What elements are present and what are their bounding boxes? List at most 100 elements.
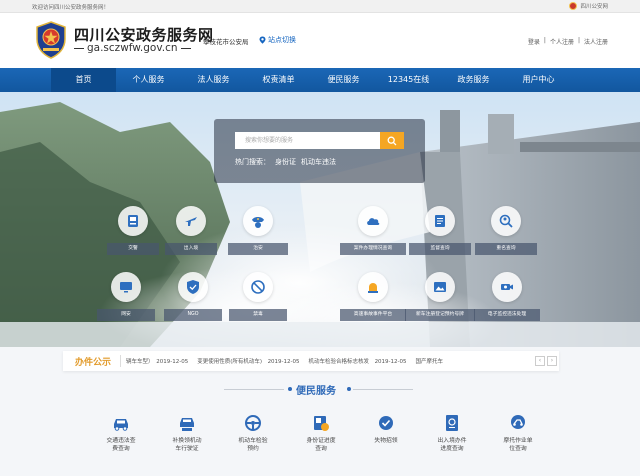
service-label: 监督查询 xyxy=(409,243,471,255)
url-dash-right xyxy=(180,47,191,49)
bianmin-label: 失物招领 xyxy=(374,438,398,444)
police-cap-icon xyxy=(243,206,273,236)
hot-search-label: 热门搜索： xyxy=(235,158,270,166)
camera-icon xyxy=(492,272,522,302)
service-exit-entry[interactable]: 出入境 xyxy=(165,206,217,255)
title-line-right xyxy=(353,389,413,390)
convenience-section-title: 便民服务 xyxy=(0,382,640,397)
notice-prev-button[interactable]: ‹ xyxy=(535,356,545,366)
service-label: 治安 xyxy=(228,243,288,255)
service-public-security[interactable]: 治安 xyxy=(228,206,288,255)
station-switch-link[interactable]: 站点切换 xyxy=(259,35,296,45)
service-label: 出入境 xyxy=(165,243,217,255)
search-panel: 热门搜索： 身份证 机动车违法 xyxy=(214,119,425,183)
nav-home[interactable]: 首页 xyxy=(51,68,116,92)
document-icon xyxy=(425,206,455,236)
search-button[interactable] xyxy=(380,132,404,149)
motorbike-icon xyxy=(507,412,529,434)
service-label: 重名查询 xyxy=(475,243,537,255)
service-case-progress-query[interactable]: 案件办理情况查询 xyxy=(340,206,406,255)
welcome-text: 欢迎访问四川公安政务服务网！ xyxy=(32,5,110,11)
car-violation-icon xyxy=(110,412,132,434)
nav-corporate-service[interactable]: 法人服务 xyxy=(181,68,246,92)
bianmin-label: 出入境办件 进度查询 xyxy=(437,438,467,452)
picture-icon xyxy=(425,272,455,302)
steering-wheel-icon xyxy=(242,412,264,434)
cloud-icon xyxy=(358,206,388,236)
service-anti-drug[interactable]: 禁毒 xyxy=(229,272,287,321)
search-input[interactable] xyxy=(235,132,380,149)
station-switch-label: 站点切换 xyxy=(268,36,296,44)
site-url: ga.sczwfw.gov.cn xyxy=(74,42,191,54)
service-label: 高速事故事件平台 xyxy=(340,309,406,321)
service-supervision-query[interactable]: 监督查询 xyxy=(409,206,471,255)
hot-term-vehicle-violation[interactable]: 机动车违法 xyxy=(301,157,336,167)
section-title-text: 便民服务 xyxy=(296,386,336,397)
bianmin-label: 摩托作业单 位查询 xyxy=(503,438,533,452)
notice-item[interactable]: 变更使用性质(所有机动车) 2019-12-05 xyxy=(197,357,299,365)
nav-power-list[interactable]: 权责清单 xyxy=(246,68,311,92)
main-nav: 首页 个人服务 法人服务 权责清单 便民服务 12345在线 政务服务 用户中心 xyxy=(0,68,640,92)
region-name: 攀枝花市公安局 xyxy=(203,38,249,46)
corp-register-link[interactable]: 法人注册 xyxy=(584,37,608,46)
nav-government-service[interactable]: 政务服务 xyxy=(441,68,506,92)
nav-personal-service[interactable]: 个人服务 xyxy=(116,68,181,92)
service-label: 交警 xyxy=(107,243,159,255)
service-label: 禁毒 xyxy=(229,309,287,321)
service-highway-incident[interactable]: 高速事故事件平台 xyxy=(340,272,406,321)
notice-divider xyxy=(120,355,121,367)
top-bar: 欢迎访问四川公安政务服务网！ 四川公安网 xyxy=(0,0,640,13)
url-dash-left xyxy=(74,47,84,49)
bianmin-label: 交通违法查 费查询 xyxy=(106,438,136,452)
notice-item[interactable]: 辆车车型） 2019-12-05 xyxy=(126,357,188,365)
service-label: 案件办理情况查询 xyxy=(340,243,406,255)
bianmin-label: 补换领机动 车行驶证 xyxy=(172,438,202,452)
service-new-car-plate-booking[interactable]: 新车注册登记预约号牌 xyxy=(405,272,475,321)
bianmin-label: 机动车检验 预约 xyxy=(238,438,268,452)
header-links: 登录 | 个人注册 | 法人注册 xyxy=(528,37,608,46)
case-announcement-bar: 办件公示 辆车车型） 2019-12-05 变更使用性质(所有机动车) 2019… xyxy=(63,351,559,371)
login-link[interactable]: 登录 xyxy=(528,37,540,46)
search-person-icon xyxy=(491,206,521,236)
id-card-icon xyxy=(118,206,148,236)
hot-term-id-card[interactable]: 身份证 xyxy=(275,157,296,167)
notice-item[interactable]: 机动车检验合格标志核发 2019-12-05 xyxy=(309,357,407,365)
alarm-light-icon xyxy=(358,272,388,302)
bianmin-motorcycle-unit-query[interactable]: 摩托作业单 位查询 xyxy=(478,412,558,453)
nav-user-center[interactable]: 用户中心 xyxy=(506,68,571,92)
title-line-left xyxy=(224,389,284,390)
service-label: NGO xyxy=(164,309,222,321)
separator: | xyxy=(577,37,580,44)
title-dot-left xyxy=(288,387,292,391)
nav-12345-online[interactable]: 12345在线 xyxy=(376,68,441,92)
passport-icon xyxy=(441,412,463,434)
service-ngo[interactable]: NGO xyxy=(164,272,222,321)
no-drugs-icon xyxy=(243,272,273,302)
shield-icon xyxy=(178,272,208,302)
notice-ticker: 辆车车型） 2019-12-05 变更使用性质(所有机动车) 2019-12-0… xyxy=(126,357,443,365)
service-label: 网安 xyxy=(97,309,155,321)
account-label: 四川公安网 xyxy=(580,4,608,10)
service-traffic-police[interactable]: 交警 xyxy=(107,206,159,255)
service-camera-violation[interactable]: 电子监控违法处理 xyxy=(474,272,540,321)
notice-next-button[interactable]: › xyxy=(547,356,557,366)
personal-register-link[interactable]: 个人注册 xyxy=(550,37,574,46)
search-icon xyxy=(387,136,397,145)
service-duplicate-name-query[interactable]: 重名查询 xyxy=(475,206,537,255)
notice-title: 办件公示 xyxy=(75,358,112,368)
title-dot-right xyxy=(347,387,351,391)
separator: | xyxy=(543,37,546,44)
notice-item[interactable]: 国产摩托车 xyxy=(416,357,444,365)
monitor-icon xyxy=(111,272,141,302)
id-progress-icon xyxy=(310,412,332,434)
police-badge-icon xyxy=(569,2,578,10)
account-link[interactable]: 四川公安网 xyxy=(569,2,608,10)
plane-icon xyxy=(176,206,206,236)
service-cyber-security[interactable]: 网安 xyxy=(97,272,155,321)
hero-banner: 热门搜索： 身份证 机动车违法 交警 出入境 治安 网安 NGO xyxy=(0,92,640,347)
service-label: 电子监控违法处理 xyxy=(474,309,540,321)
nav-convenience-service[interactable]: 便民服务 xyxy=(311,68,376,92)
site-header: 四川公安政务服务网 ga.sczwfw.gov.cn 攀枝花市公安局 站点切换 … xyxy=(0,13,640,68)
hot-search: 热门搜索： 身份证 机动车违法 xyxy=(235,157,336,167)
location-pin-icon xyxy=(259,36,266,44)
